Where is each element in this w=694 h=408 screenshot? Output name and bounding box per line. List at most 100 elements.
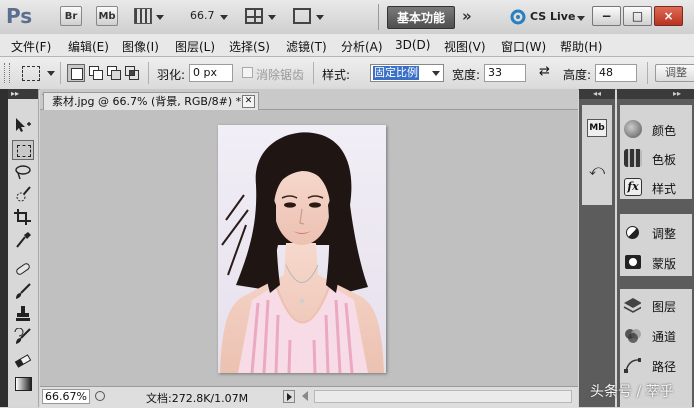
history-panel-icon[interactable]: ⤺ (587, 161, 607, 179)
status-menu-button[interactable] (283, 390, 295, 403)
options-divider (647, 62, 648, 84)
history-brush-tool-icon[interactable] (12, 327, 34, 348)
clone-stamp-tool-icon[interactable] (12, 305, 34, 325)
close-tab-icon[interactable]: ✕ (242, 95, 255, 108)
menu-select[interactable]: 选择(S) (229, 38, 270, 55)
paths-panel-button[interactable]: 路径 (622, 352, 690, 380)
channels-icon (625, 329, 641, 343)
close-button[interactable]: × (654, 6, 683, 26)
zoom-dropdown-icon[interactable] (220, 15, 228, 20)
styles-panel-label: 样式 (652, 182, 677, 196)
menu-window[interactable]: 窗口(W) (501, 38, 546, 55)
preset-dropdown-icon[interactable] (47, 71, 55, 76)
options-bar: 羽化: 0 px 消除锯齿 样式: 固定比例 宽度: 33 ⇄ 高度: 48 调… (0, 57, 694, 90)
portrait-photo (218, 125, 386, 373)
bridge-button[interactable]: Br (60, 6, 82, 26)
dock-collapse-icon[interactable]: ◂◂ (579, 89, 615, 99)
layers-stack-icon (623, 298, 641, 313)
tools-panel: ▸▸ (8, 89, 39, 407)
window-controls: − □ × (592, 6, 686, 26)
cs-live-button[interactable]: CS Live (508, 6, 586, 28)
menu-layer[interactable]: 图层(L) (175, 38, 215, 55)
quick-selection-tool-icon[interactable] (12, 185, 34, 205)
adjustments-circle-icon (626, 226, 639, 239)
status-info-icon[interactable] (95, 391, 105, 401)
mini-bridge-button[interactable]: Mb (96, 6, 118, 26)
arrange-documents-icon[interactable] (245, 8, 263, 24)
minimize-button[interactable]: − (592, 6, 621, 26)
height-input[interactable]: 48 (595, 64, 637, 82)
menu-analysis[interactable]: 分析(A) (341, 38, 383, 55)
swatches-grid-icon (624, 149, 642, 167)
width-input[interactable]: 33 (484, 64, 526, 82)
menu-filter[interactable]: 滤镜(T) (286, 38, 327, 55)
maximize-button[interactable]: □ (623, 6, 652, 26)
intersect-selection-icon[interactable] (125, 66, 139, 80)
cs-live-icon (510, 9, 526, 25)
menu-edit[interactable]: 编辑(E) (68, 38, 109, 55)
horizontal-scrollbar[interactable] (314, 390, 572, 403)
brush-tool-icon[interactable] (12, 283, 34, 303)
antialias-checkbox[interactable] (242, 67, 253, 78)
healing-brush-tool-icon[interactable] (12, 260, 34, 280)
style-select[interactable]: 固定比例 (370, 64, 444, 82)
styles-panel-button[interactable]: fx 样式 (622, 174, 690, 202)
feather-input[interactable]: 0 px (189, 64, 233, 82)
gradient-tool-icon[interactable] (12, 373, 34, 393)
move-tool-icon[interactable] (12, 116, 34, 136)
view-extras-icon[interactable] (134, 8, 152, 24)
style-label: 样式: (322, 68, 351, 82)
tools-collapse-icon[interactable]: ▸▸ (8, 89, 38, 99)
adjustments-panel-button[interactable]: 调整 (622, 219, 690, 247)
adjustments-panel-label: 调整 (652, 227, 677, 241)
refine-edge-button[interactable]: 调整 (655, 64, 694, 82)
cs-live-label: CS Live (530, 10, 576, 23)
collapsed-panel-dock: ◂◂ Mb ⤺ (579, 89, 615, 407)
width-label: 宽度: (452, 68, 481, 82)
add-to-selection-icon[interactable] (89, 66, 103, 80)
arrange-dropdown-icon[interactable] (268, 15, 276, 20)
marquee-preset-icon[interactable] (22, 66, 40, 81)
mask-icon (625, 255, 641, 269)
menu-image[interactable]: 图像(I) (122, 38, 159, 55)
swatches-panel-button[interactable]: 色板 (622, 145, 690, 173)
view-extras-dropdown-icon[interactable] (156, 15, 164, 20)
zoom-level-value[interactable]: 66.7 (190, 9, 215, 22)
color-panel-button[interactable]: 颜色 (622, 116, 690, 144)
status-bar: 66.67% 文档:272.8K/1.07M (40, 386, 578, 408)
masks-panel-button[interactable]: 蒙版 (622, 249, 690, 277)
menu-3d[interactable]: 3D(D) (395, 38, 430, 52)
workspace-switcher-button[interactable]: 基本功能 (387, 6, 455, 29)
menu-help[interactable]: 帮助(H) (560, 38, 602, 55)
layers-panel-button[interactable]: 图层 (622, 292, 690, 320)
channels-panel-label: 通道 (652, 330, 677, 344)
scroll-left-icon[interactable] (302, 391, 308, 401)
color-palette-icon (624, 120, 642, 138)
eraser-tool-icon[interactable] (12, 351, 34, 371)
mini-bridge-panel-icon[interactable]: Mb (587, 119, 607, 137)
feather-label: 羽化: (157, 68, 186, 82)
panel-dock-collapse-icon[interactable]: ▸▸ (617, 89, 694, 99)
rectangular-marquee-tool-icon[interactable] (12, 140, 34, 160)
swap-dimensions-icon[interactable]: ⇄ (539, 64, 550, 79)
more-workspaces-button[interactable]: » (462, 7, 472, 25)
channels-panel-button[interactable]: 通道 (622, 322, 690, 350)
crop-tool-icon[interactable] (12, 208, 34, 228)
options-divider (313, 62, 314, 84)
options-grip[interactable] (4, 63, 10, 83)
document-image[interactable] (218, 125, 386, 373)
new-selection-icon[interactable] (67, 64, 85, 82)
zoom-field[interactable]: 66.67% (42, 389, 90, 404)
toolbar-gutter (0, 89, 8, 407)
watermark: 头条号 / 萃乎 (590, 384, 674, 400)
screen-mode-dropdown-icon[interactable] (316, 15, 324, 20)
menu-bar: 文件(F) 编辑(E) 图像(I) 图层(L) 选择(S) 滤镜(T) 分析(A… (0, 34, 694, 57)
document-tab[interactable]: 素材.jpg @ 66.7% (背景, RGB/8#) * ✕ (43, 92, 259, 110)
lasso-tool-icon[interactable] (12, 163, 34, 183)
antialias-label: 消除锯齿 (256, 68, 305, 82)
eyedropper-tool-icon[interactable] (12, 231, 34, 251)
subtract-from-selection-icon[interactable] (107, 66, 121, 80)
menu-file[interactable]: 文件(F) (11, 38, 51, 55)
menu-view[interactable]: 视图(V) (444, 38, 486, 55)
screen-mode-icon[interactable] (293, 8, 311, 24)
